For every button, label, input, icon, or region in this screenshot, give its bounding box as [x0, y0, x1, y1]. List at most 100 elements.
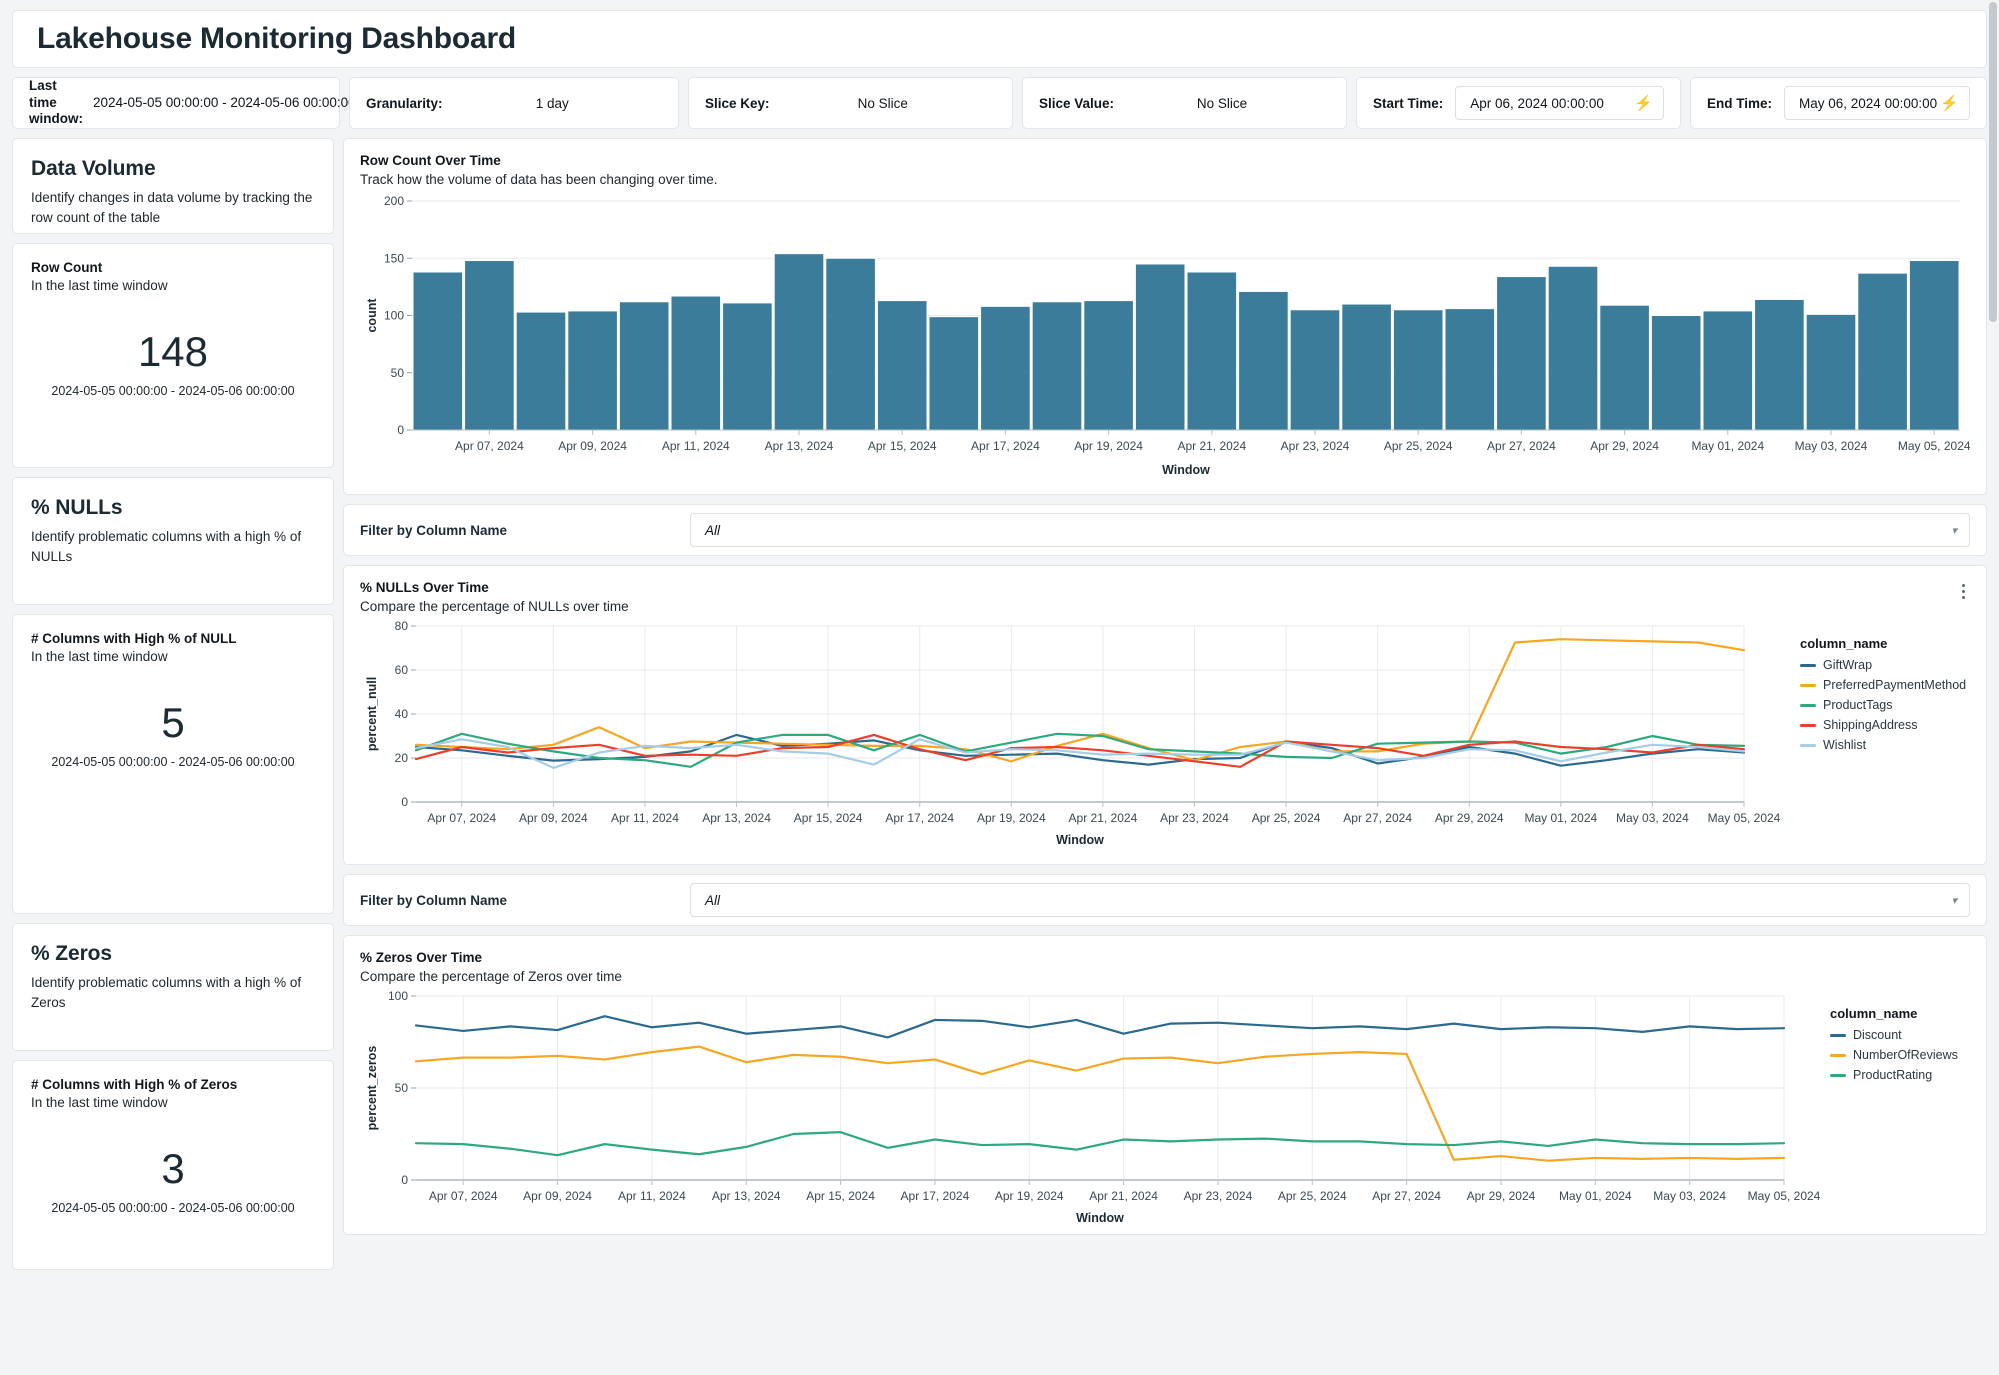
legend-label: PreferredPaymentMethod: [1823, 678, 1966, 692]
svg-text:Apr 29, 2024: Apr 29, 2024: [1590, 439, 1659, 453]
lightning-icon[interactable]: ⚡: [1940, 96, 1959, 111]
end-time-input[interactable]: May 06, 2024 00:00:00 ⚡: [1784, 86, 1970, 120]
chart-subtitle-row-count: Track how the volume of data has been ch…: [360, 172, 1970, 187]
section-heading-data-volume: Data Volume: [31, 157, 315, 181]
svg-text:Apr 25, 2024: Apr 25, 2024: [1384, 439, 1453, 453]
legend-title: column_name: [1830, 1006, 1958, 1021]
svg-text:Apr 15, 2024: Apr 15, 2024: [794, 811, 863, 825]
column-filter-value-nulls: All: [705, 523, 720, 538]
svg-text:Window: Window: [1162, 463, 1210, 477]
svg-text:0: 0: [397, 423, 404, 437]
legend-label: ShippingAddress: [1823, 718, 1918, 732]
slice-key-value[interactable]: No Slice: [770, 96, 996, 111]
section-data-volume: Data Volume Identify changes in data vol…: [12, 138, 334, 234]
kpi-subtitle: In the last time window: [31, 649, 315, 664]
legend-item[interactable]: PreferredPaymentMethod: [1800, 678, 1966, 692]
page-title: Lakehouse Monitoring Dashboard: [37, 22, 516, 56]
svg-text:Apr 13, 2024: Apr 13, 2024: [702, 811, 771, 825]
svg-text:Apr 27, 2024: Apr 27, 2024: [1343, 811, 1412, 825]
chart-subtitle-nulls: Compare the percentage of NULLs over tim…: [360, 599, 1970, 614]
legend-label: NumberOfReviews: [1853, 1048, 1958, 1062]
chevron-down-icon[interactable]: ▾: [1951, 894, 1957, 907]
svg-text:Apr 27, 2024: Apr 27, 2024: [1372, 1189, 1441, 1203]
svg-text:Apr 15, 2024: Apr 15, 2024: [868, 439, 937, 453]
svg-text:0: 0: [401, 1173, 408, 1187]
svg-text:count: count: [365, 298, 379, 333]
svg-text:May 05, 2024: May 05, 2024: [1708, 811, 1781, 825]
lightning-icon[interactable]: ⚡: [1634, 96, 1653, 111]
legend-item[interactable]: Wishlist: [1800, 738, 1966, 752]
legend-item[interactable]: GiftWrap: [1800, 658, 1966, 672]
chart-options-menu-icon[interactable]: [1954, 582, 1972, 600]
svg-text:Apr 09, 2024: Apr 09, 2024: [523, 1189, 592, 1203]
kpi-title: # Columns with High % of Zeros: [31, 1077, 315, 1092]
legend-item[interactable]: NumberOfReviews: [1830, 1048, 1958, 1062]
svg-text:Window: Window: [1056, 833, 1104, 847]
granularity-card: Granularity: 1 day: [349, 77, 679, 129]
column-filter-select-nulls[interactable]: All ▾: [690, 513, 1970, 547]
chart-title-row-count: Row Count Over Time: [360, 153, 1970, 168]
legend-item[interactable]: ProductTags: [1800, 698, 1966, 712]
filter-bar: Last time window: 2024-05-05 00:00:00 - …: [12, 77, 1987, 129]
chart-card-nulls: % NULLs Over Time Compare the percentage…: [343, 565, 1987, 865]
kpi-high-zero-columns: # Columns with High % of Zeros In the la…: [12, 1060, 334, 1270]
legend-swatch: [1830, 1054, 1846, 1057]
svg-text:Apr 29, 2024: Apr 29, 2024: [1467, 1189, 1536, 1203]
svg-text:40: 40: [395, 707, 409, 721]
section-description-nulls: Identify problematic columns with a high…: [31, 527, 315, 568]
chevron-down-icon[interactable]: ▾: [1951, 524, 1957, 537]
column-filter-select-zeros[interactable]: All ▾: [690, 883, 1970, 917]
plot-zeros[interactable]: 050100Apr 07, 2024Apr 09, 2024Apr 11, 20…: [360, 984, 1970, 1232]
kpi-range: 2024-05-05 00:00:00 - 2024-05-06 00:00:0…: [31, 383, 315, 400]
plot-row-count[interactable]: 050100150200Apr 07, 2024Apr 09, 2024Apr …: [360, 187, 1970, 482]
slice-value-value[interactable]: No Slice: [1114, 96, 1330, 111]
svg-text:percent_zeros: percent_zeros: [365, 1046, 379, 1131]
start-time-input[interactable]: Apr 06, 2024 00:00:00 ⚡: [1455, 86, 1664, 120]
scrollbar-thumb[interactable]: [1989, 2, 1997, 322]
last-time-window-value: 2024-05-05 00:00:00 - 2024-05-06 00:00:0…: [83, 94, 366, 112]
start-time-value: Apr 06, 2024 00:00:00: [1470, 96, 1604, 111]
granularity-label: Granularity:: [366, 96, 443, 111]
section-description-zeros: Identify problematic columns with a high…: [31, 973, 315, 1014]
svg-text:Apr 09, 2024: Apr 09, 2024: [519, 811, 588, 825]
kpi-subtitle: In the last time window: [31, 278, 315, 293]
svg-text:50: 50: [395, 1081, 409, 1095]
legend-label: GiftWrap: [1823, 658, 1872, 672]
start-time-card: Start Time: Apr 06, 2024 00:00:00 ⚡: [1356, 77, 1681, 129]
svg-text:May 03, 2024: May 03, 2024: [1653, 1189, 1726, 1203]
kpi-range: 2024-05-05 00:00:00 - 2024-05-06 00:00:0…: [31, 754, 315, 771]
right-column: Row Count Over Time Track how the volume…: [343, 138, 1987, 1235]
legend-swatch: [1800, 684, 1816, 687]
legend-swatch: [1800, 704, 1816, 707]
kpi-value: 148: [31, 331, 315, 373]
granularity-value[interactable]: 1 day: [443, 96, 662, 111]
chart-title-zeros: % Zeros Over Time: [360, 950, 1970, 965]
filter-row-nulls: Filter by Column Name All ▾: [343, 504, 1987, 556]
svg-text:percent_null: percent_null: [365, 677, 379, 751]
svg-text:Apr 17, 2024: Apr 17, 2024: [885, 811, 954, 825]
kpi-range: 2024-05-05 00:00:00 - 2024-05-06 00:00:0…: [31, 1200, 315, 1217]
svg-text:May 01, 2024: May 01, 2024: [1559, 1189, 1632, 1203]
kpi-title: # Columns with High % of NULL: [31, 631, 315, 646]
legend-nulls: column_name GiftWrap PreferredPaymentMeth…: [1800, 636, 1966, 758]
svg-text:100: 100: [384, 309, 404, 323]
svg-text:0: 0: [401, 795, 408, 809]
chart-subtitle-zeros: Compare the percentage of Zeros over tim…: [360, 969, 1970, 984]
section-description-data-volume: Identify changes in data volume by track…: [31, 188, 315, 229]
legend-swatch: [1800, 744, 1816, 747]
legend-swatch: [1800, 724, 1816, 727]
svg-text:Apr 19, 2024: Apr 19, 2024: [977, 811, 1046, 825]
slice-key-card: Slice Key: No Slice: [688, 77, 1013, 129]
legend-title: column_name: [1800, 636, 1966, 651]
legend-item[interactable]: ProductRating: [1830, 1068, 1958, 1082]
section-heading-zeros: % Zeros: [31, 942, 315, 966]
page-scrollbar[interactable]: [1987, 0, 1999, 1375]
plot-nulls[interactable]: 020406080Apr 07, 2024Apr 09, 2024Apr 11,…: [360, 614, 1970, 854]
svg-text:50: 50: [391, 366, 405, 380]
legend-item[interactable]: ShippingAddress: [1800, 718, 1966, 732]
svg-text:Apr 23, 2024: Apr 23, 2024: [1160, 811, 1229, 825]
svg-text:Apr 13, 2024: Apr 13, 2024: [765, 439, 834, 453]
slice-value-label: Slice Value:: [1039, 96, 1114, 111]
svg-text:May 01, 2024: May 01, 2024: [1524, 811, 1597, 825]
legend-item[interactable]: Discount: [1830, 1028, 1958, 1042]
